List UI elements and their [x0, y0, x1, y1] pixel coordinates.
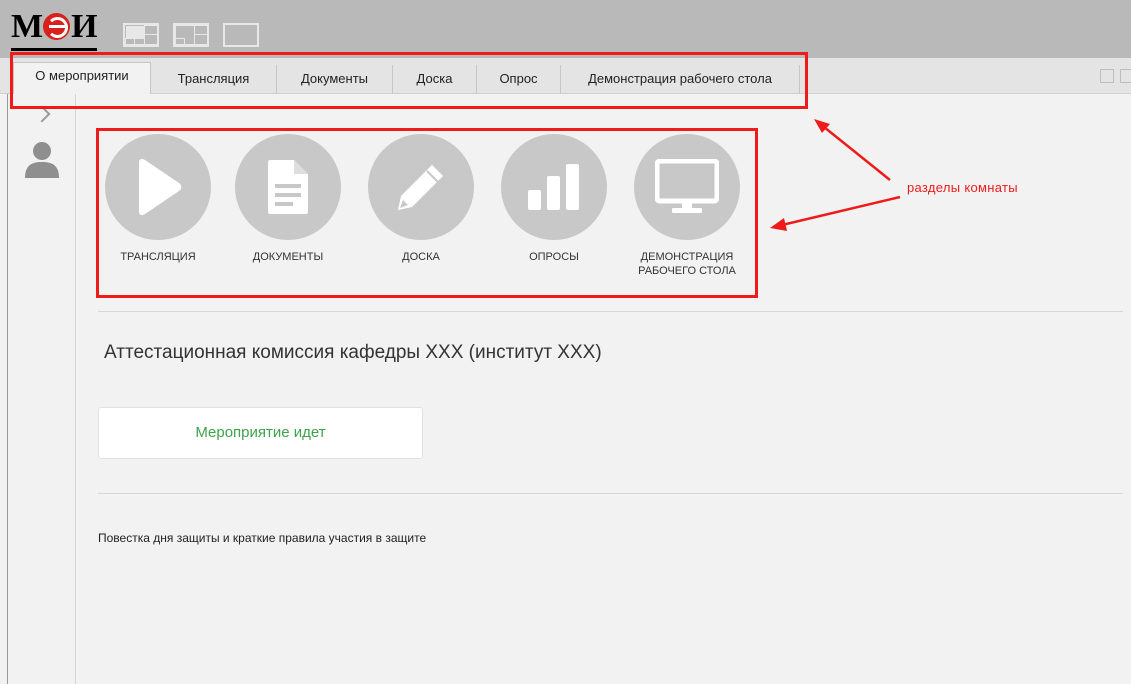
- annotation-arrows: [770, 119, 901, 231]
- annotation-label: разделы комнаты: [907, 180, 1018, 195]
